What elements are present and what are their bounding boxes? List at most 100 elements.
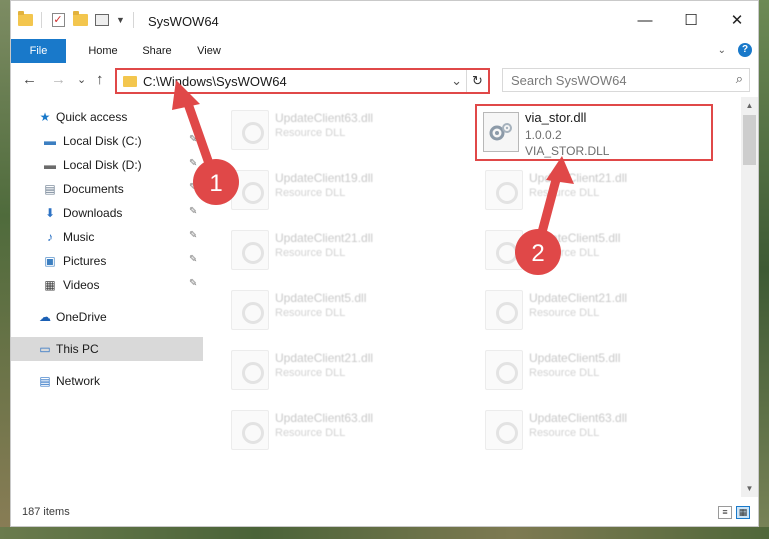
list-item[interactable]: UpdateClient5.dll Resource DLL <box>485 345 720 395</box>
dll-file-icon <box>231 350 269 390</box>
maximize-button[interactable]: ☐ <box>668 1 714 39</box>
sidebar-item-music[interactable]: ♪ Music ✎ <box>11 225 203 249</box>
scroll-up-arrow-icon[interactable]: ▲ <box>741 97 758 114</box>
address-path[interactable]: C:\Windows\SysWOW64 <box>143 74 287 89</box>
ribbon-tabs: File Home Share View ⌄ ? <box>11 39 758 63</box>
scrollbar-thumb[interactable] <box>743 115 756 165</box>
file-name: via_stor.dll <box>525 110 587 125</box>
sidebar-item-this-pc[interactable]: ▭ This PC <box>11 337 203 361</box>
details-view-icon[interactable]: ≡ <box>718 506 732 519</box>
search-input[interactable] <box>511 72 711 88</box>
list-item[interactable]: UpdateClient63.dll Resource DLL <box>231 405 466 455</box>
sidebar-item-label: Videos <box>63 278 100 292</box>
pictures-icon: ▣ <box>44 254 56 268</box>
star-icon: ★ <box>39 110 51 124</box>
properties-icon[interactable] <box>94 12 110 28</box>
help-icon[interactable]: ? <box>738 43 752 57</box>
file-name: UpdateClient5.dll <box>275 291 367 305</box>
list-item[interactable]: UpdateClient5.dll Resource DLL <box>485 225 720 275</box>
download-arrow-icon: ⬇ <box>44 206 56 220</box>
recent-locations-chevron-icon[interactable]: ⌄ <box>77 73 86 86</box>
sidebar-item-onedrive[interactable]: ☁ OneDrive <box>11 305 203 329</box>
dll-file-icon <box>485 230 523 270</box>
list-item[interactable]: UpdateClient5.dll Resource DLL <box>231 285 466 335</box>
new-folder-icon[interactable] <box>72 11 88 28</box>
sidebar-item-label: Quick access <box>56 110 128 124</box>
dll-file-icon <box>485 350 523 390</box>
pin-icon[interactable]: ✎ <box>189 182 197 193</box>
list-item[interactable]: UpdateClient19.dll Resource DLL <box>231 165 466 215</box>
list-item[interactable]: UpdateClient21.dll Resource DLL <box>485 285 720 335</box>
pin-icon[interactable]: ✎ <box>189 230 197 241</box>
toolbar-divider <box>41 12 42 28</box>
expand-ribbon-chevron-icon[interactable]: ⌄ <box>718 45 726 56</box>
vertical-scrollbar[interactable]: ▲ ▼ <box>741 97 758 497</box>
checklist-icon[interactable]: ✓ <box>50 12 66 28</box>
dll-file-icon <box>231 170 269 210</box>
list-item[interactable]: UpdateClient21.dll Resource DLL <box>231 225 466 275</box>
file-type: Resource DLL <box>275 307 346 319</box>
documents-icon: ▤ <box>44 182 56 196</box>
up-arrow-icon[interactable]: ↑ <box>96 71 104 88</box>
search-box[interactable]: ⌕ <box>502 68 750 92</box>
highlighted-file-tile[interactable]: via_stor.dll 1.0.0.2 VIA_STOR.DLL <box>475 104 713 161</box>
file-name: UpdateClient63.dll <box>275 411 374 425</box>
refresh-icon[interactable]: ↻ <box>466 70 488 92</box>
desktop-background-bottom <box>0 527 769 539</box>
file-type: Resource DLL <box>529 187 600 199</box>
list-item[interactable]: UpdateClient21.dll Resource DLL <box>485 165 720 215</box>
search-icon[interactable]: ⌕ <box>736 71 743 87</box>
tab-share[interactable]: Share <box>132 39 182 63</box>
monitor-icon: ▭ <box>39 342 51 356</box>
status-bar: 187 items ≡ ▦ <box>11 497 758 526</box>
scroll-down-arrow-icon[interactable]: ▼ <box>741 480 758 497</box>
list-item[interactable]: UpdateClient21.dll Resource DLL <box>231 345 466 395</box>
sidebar-item-label: Documents <box>63 182 124 196</box>
tab-home[interactable]: Home <box>77 39 129 63</box>
sidebar-item-label: OneDrive <box>56 310 107 324</box>
sidebar-item-label: Local Disk (C:) <box>63 134 142 148</box>
file-explorer-window: ✓ ▼ SysWOW64 — ☐ ✕ File Home Share View … <box>10 0 759 527</box>
back-arrow-icon[interactable]: ← <box>22 71 37 88</box>
file-name: UpdateClient63.dll <box>529 411 628 425</box>
pin-icon[interactable]: ✎ <box>189 206 197 217</box>
tab-file[interactable]: File <box>11 39 66 63</box>
sidebar-item-downloads[interactable]: ⬇ Downloads ✎ <box>11 201 203 225</box>
drive-icon: ▬ <box>44 134 56 148</box>
sidebar-item-network[interactable]: ▤ Network <box>11 369 203 393</box>
file-name: UpdateClient5.dll <box>529 231 621 245</box>
list-item[interactable]: UpdateClient63.dll Resource DLL <box>231 105 466 155</box>
dll-file-icon <box>231 410 269 450</box>
address-bar[interactable]: C:\Windows\SysWOW64 ⌄ ↻ <box>115 68 490 94</box>
sidebar-item-label: Pictures <box>63 254 107 268</box>
minimize-button[interactable]: — <box>622 1 668 39</box>
sidebar-item-documents[interactable]: ▤ Documents ✎ <box>11 177 203 201</box>
file-name: UpdateClient63.dll <box>275 111 374 125</box>
list-item[interactable]: UpdateClient63.dll Resource DLL <box>485 405 720 455</box>
sidebar-item-videos[interactable]: ▦ Videos ✎ <box>11 273 203 297</box>
pin-icon[interactable]: ✎ <box>189 158 197 169</box>
navigation-bar: ← → ⌄ ↑ C:\Windows\SysWOW64 ⌄ ↻ ⌕ <box>11 63 758 97</box>
dll-file-icon <box>485 170 523 210</box>
forward-arrow-icon[interactable]: → <box>51 71 66 88</box>
sidebar-item-quick-access[interactable]: ★ Quick access <box>11 105 203 129</box>
close-button[interactable]: ✕ <box>714 1 758 39</box>
sidebar-item-pictures[interactable]: ▣ Pictures ✎ <box>11 249 203 273</box>
dll-file-icon <box>485 410 523 450</box>
file-type: Resource DLL <box>529 247 600 259</box>
sidebar-item-local-disk-d[interactable]: ▬ Local Disk (D:) ✎ <box>11 153 203 177</box>
file-name: UpdateClient21.dll <box>275 351 374 365</box>
film-icon: ▦ <box>44 278 56 292</box>
drive-icon: ▬ <box>44 158 56 172</box>
toolbar-divider <box>132 12 134 28</box>
file-type: Resource DLL <box>275 187 346 199</box>
customize-toolbar-chevron-icon[interactable]: ▼ <box>116 15 125 25</box>
desktop-background-left <box>0 0 10 539</box>
pin-icon[interactable]: ✎ <box>189 278 197 289</box>
sidebar-item-local-disk-c[interactable]: ▬ Local Disk (C:) ✎ <box>11 129 203 153</box>
tiles-view-icon[interactable]: ▦ <box>736 506 750 519</box>
tab-view[interactable]: View <box>186 39 232 63</box>
pin-icon[interactable]: ✎ <box>189 134 197 145</box>
pin-icon[interactable]: ✎ <box>189 254 197 265</box>
address-history-chevron-icon[interactable]: ⌄ <box>451 73 462 89</box>
